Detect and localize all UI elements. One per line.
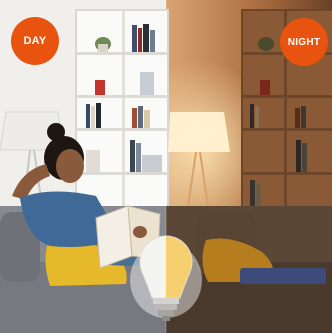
night-magazine [240, 268, 326, 284]
day-night-comparison-photo: DAY NIGHT [0, 0, 332, 333]
night-badge: NIGHT [280, 18, 328, 66]
day-bookshelf [75, 9, 169, 211]
day-badge: DAY [11, 17, 59, 65]
